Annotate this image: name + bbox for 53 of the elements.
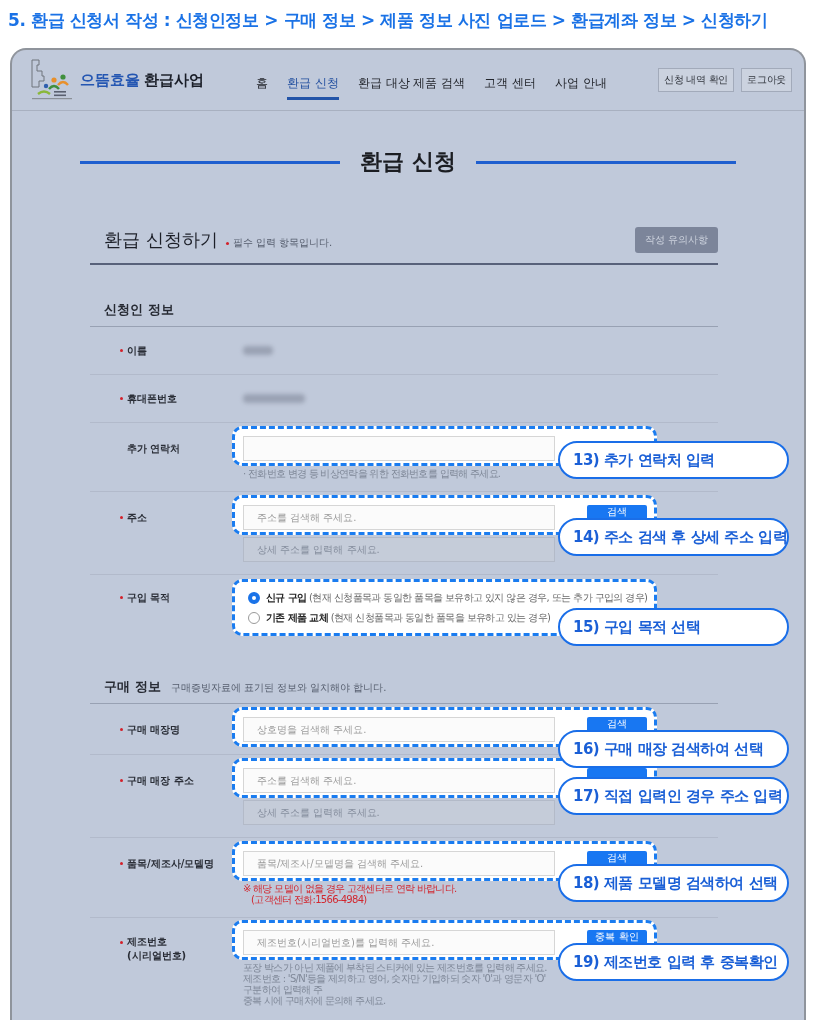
field-label: 이름 xyxy=(127,344,147,358)
nav-tab[interactable]: 환급 대상 제품 검색 xyxy=(357,66,466,100)
logo-icon[interactable] xyxy=(30,59,74,101)
field-label: 구매 매장 주소 xyxy=(127,774,194,788)
callout-label: 16) 구매 매장 검색하여 선택 xyxy=(558,730,789,768)
radio-label[interactable]: 신규 구입 (현재 신청품목과 동일한 품목을 보유하고 있지 않은 경우, 또는 추가 구입의 경우) xyxy=(266,591,648,605)
brand-title: 환급사업 xyxy=(144,70,204,90)
section-note: 구매증빙자료에 표기된 정보와 일치해야 합니다. xyxy=(170,681,387,695)
warning-note: ※ 해당 모델이 없을 경우 고객센터로 연락 바랍니다. (고객센터 전화:1566-4984) xyxy=(243,883,458,905)
field-label: 주소 xyxy=(127,511,147,525)
callout-label: 19) 제조번호 입력 후 중복확인 xyxy=(558,943,789,981)
helper-text: · 전화번호 변경 등 비상연락을 위한 전화번호를 입력해 주세요. xyxy=(243,468,502,479)
header-button[interactable]: 신청 내역 확인 xyxy=(658,68,735,92)
radio-label[interactable]: 기존 제품 교체 (현재 신청품목과 동일한 품목을 보유하고 있는 경우) xyxy=(266,611,551,625)
required-dot-icon xyxy=(225,241,229,245)
helper-text: 포장 박스가 아닌 제품에 부착된 스티커에 있는 제조번호를 입력해 주세요. xyxy=(243,962,548,973)
section-title: 구매 정보 xyxy=(104,678,161,696)
callout-label: 14) 주소 검색 후 상세 주소 입력 xyxy=(558,518,789,556)
field-label: 구매 매장명 xyxy=(127,723,181,737)
section-title: 신청인 정보 xyxy=(104,301,174,319)
field-label: 휴대폰번호 xyxy=(127,392,177,406)
nav-tab[interactable]: 환급 신청 xyxy=(287,66,339,100)
nav-tab[interactable]: 홈 xyxy=(256,66,268,100)
blurred-value xyxy=(243,394,305,403)
form-button[interactable]: 검색 xyxy=(587,505,647,518)
page-heading: 5. 환급 신청서 작성 : 신청인정보 > 구매 정보 > 제품 정보 사진 업로드 > 환급계좌 정보 > 신청하기 xyxy=(7,9,769,32)
input-field: 상세 주소를 입력해 주세요. xyxy=(243,800,555,825)
input-field[interactable]: 주소를 검색해 주세요. xyxy=(243,505,555,530)
nav-tab[interactable]: 사업 안내 xyxy=(555,66,607,100)
form-button[interactable]: 검색 xyxy=(587,717,647,730)
input-field: 상세 주소를 입력해 주세요. xyxy=(243,537,555,562)
field-label: 제조번호 (시리얼번호) xyxy=(127,935,187,963)
input-field[interactable]: 제조번호(시리얼번호)를 입력해 주세요. xyxy=(243,930,555,955)
header-button[interactable]: 로그아웃 xyxy=(741,68,792,92)
form-title: 환급 신청하기 xyxy=(104,228,218,252)
field-label: 구입 목적 xyxy=(127,591,171,605)
input-field[interactable]: 주소를 검색해 주세요. xyxy=(243,768,555,793)
nav-tab[interactable]: 고객 센터 xyxy=(484,66,537,100)
field-label: 추가 연락처 xyxy=(127,442,181,456)
brand-name: 으뜸효율 xyxy=(80,70,140,90)
input-field[interactable] xyxy=(243,436,555,461)
callout-label: 18) 제품 모델명 검색하여 선택 xyxy=(558,864,789,902)
form-button[interactable]: 검색 xyxy=(587,851,647,864)
blurred-value xyxy=(243,346,273,355)
input-field[interactable]: 품목/제조사/모델명을 검색해 주세요. xyxy=(243,851,555,876)
page-title: 환급 신청 xyxy=(360,148,456,176)
field-label: 품목/제조사/모델명 xyxy=(127,857,215,871)
callout-label: 15) 구입 목적 선택 xyxy=(558,608,789,646)
input-field[interactable]: 상호명을 검색해 주세요. xyxy=(243,717,555,742)
callout-label: 17) 직접 입력인 경우 주소 입력 xyxy=(558,777,789,815)
callout-label: 13) 추가 연락처 입력 xyxy=(558,441,789,479)
form-button[interactable]: 중복 확인 xyxy=(587,930,647,943)
required-note: 필수 입력 항목입니다. xyxy=(232,236,333,250)
